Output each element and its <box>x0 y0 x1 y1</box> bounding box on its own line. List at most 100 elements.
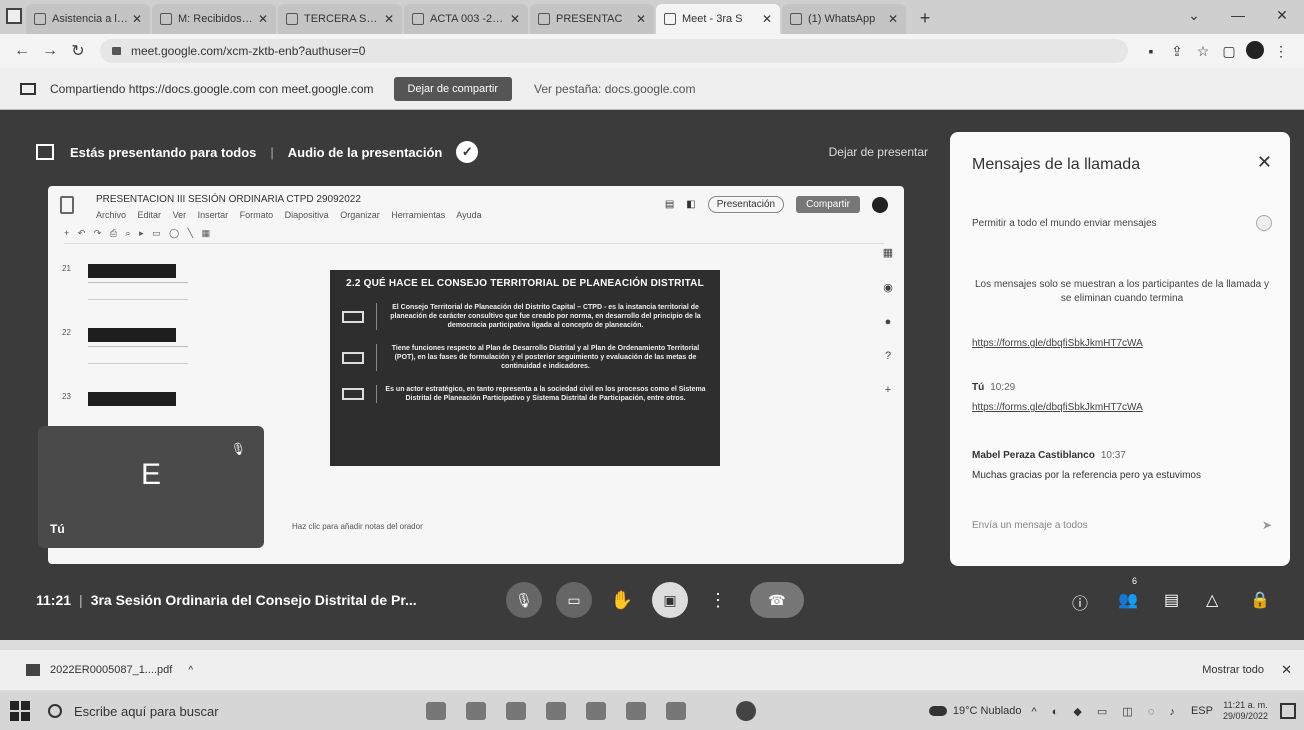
chat-message-link[interactable]: https://forms.gle/dbqfiSbkJkmHT7cWA <box>972 338 1143 349</box>
notifications-icon[interactable] <box>1280 703 1296 719</box>
forward-icon[interactable]: → <box>38 42 62 60</box>
browser-tab[interactable]: PRESENTAC ✕ <box>530 4 654 34</box>
browser-tab[interactable]: Asistencia a la s ✕ <box>26 4 150 34</box>
download-file-name[interactable]: 2022ER0005087_1....pdf <box>50 664 172 676</box>
sidebar-panel-icon[interactable]: ▢ <box>1216 43 1242 60</box>
allow-messages-toggle[interactable] <box>1256 215 1272 231</box>
add-addon-icon[interactable]: + <box>885 384 891 396</box>
menu-item[interactable]: Ver <box>173 210 187 220</box>
chat-message-input[interactable]: Envía un mensaje a todos ➤ <box>972 518 1272 532</box>
current-slide[interactable]: 2.2 QUÉ HACE EL CONSEJO TERRITORIAL DE P… <box>330 270 720 466</box>
close-tab-icon[interactable]: ✕ <box>384 12 394 26</box>
tab-list-icon[interactable]: ⌄ <box>1172 0 1216 30</box>
activities-icon[interactable]: △ <box>1206 590 1218 610</box>
chat-message-link[interactable]: https://forms.gle/dbqfiSbkJkmHT7cWA <box>972 402 1143 413</box>
slide-thumbnail[interactable]: 21 <box>62 264 206 326</box>
chevron-up-icon[interactable]: ^ <box>188 665 193 676</box>
tab-search-icon[interactable] <box>6 8 22 24</box>
contacts-icon[interactable]: ● <box>885 316 892 328</box>
new-tab-icon[interactable]: + <box>914 8 936 30</box>
browser-tab[interactable]: ACTA 003 -2022 ✕ <box>404 4 528 34</box>
meeting-details-icon[interactable]: ⓘ <box>1072 590 1088 614</box>
sharing-banner: Compartiendo https://docs.google.com con… <box>0 68 1304 110</box>
slides-share-button[interactable]: Compartir <box>796 196 860 213</box>
browser-tab-active[interactable]: Meet - 3ra S ✕ <box>656 4 780 34</box>
comments-icon[interactable]: ▤ <box>665 199 674 210</box>
raise-hand-button[interactable]: ✋ <box>604 582 640 618</box>
browser-tab[interactable]: M: Recibidos (22)✕ <box>152 4 276 34</box>
word-icon[interactable] <box>666 702 686 720</box>
tray-icons[interactable]: ^ ◐ ◆ ▭ ◫ ◌ ♪ <box>1032 705 1181 718</box>
teams-icon[interactable] <box>626 702 646 720</box>
self-view-tile[interactable]: 🎙 E Tú <box>38 426 264 548</box>
close-tab-icon[interactable]: ✕ <box>132 12 142 26</box>
calendar-icon[interactable]: ▦ <box>883 246 893 259</box>
taskbar-search-input[interactable]: Escribe aquí para buscar <box>48 696 368 726</box>
language-indicator[interactable]: ESP <box>1191 705 1213 717</box>
present-now-button[interactable]: ▣ <box>652 582 688 618</box>
close-tab-icon[interactable]: ✕ <box>636 12 646 26</box>
stop-sharing-button[interactable]: Dejar de compartir <box>393 76 512 101</box>
windows-start-icon[interactable] <box>10 701 30 721</box>
minimize-icon[interactable]: — <box>1216 0 1260 30</box>
meet-join-icon[interactable]: ◧ <box>686 199 695 210</box>
menu-item[interactable]: Diapositiva <box>285 210 329 220</box>
menu-item[interactable]: Herramientas <box>391 210 445 220</box>
speaker-notes-hint[interactable]: Haz clic para añadir notas del orador <box>292 522 423 531</box>
send-icon[interactable]: ➤ <box>1262 518 1272 532</box>
browser-tab[interactable]: (1) WhatsApp ✕ <box>782 4 906 34</box>
account-avatar[interactable] <box>872 196 888 213</box>
reload-icon[interactable]: ↻ <box>66 41 90 61</box>
mail-icon[interactable] <box>586 702 606 720</box>
weather-text[interactable]: 19°C Nublado <box>953 705 1022 717</box>
menu-item[interactable]: Formato <box>240 210 274 220</box>
close-icon[interactable]: ✕ <box>1281 662 1292 678</box>
close-icon[interactable]: ✕ <box>1257 152 1272 173</box>
lock-icon <box>112 47 121 55</box>
camera-toggle-button[interactable]: ▭ <box>556 582 592 618</box>
back-icon[interactable]: ← <box>10 42 34 60</box>
bookmark-star-icon[interactable]: ☆ <box>1190 43 1216 60</box>
url-text: meet.google.com/xcm-zktb-enb?authuser=0 <box>131 44 366 58</box>
camera-icon[interactable]: ▪ <box>1138 43 1164 59</box>
slide-heading: 2.2 QUÉ HACE EL CONSEJO TERRITORIAL DE P… <box>346 278 704 289</box>
menu-item[interactable]: Insertar <box>198 210 229 220</box>
view-tab-link[interactable]: Ver pestaña: docs.google.com <box>534 82 695 96</box>
taskbar-clock[interactable]: 11:21 a. m. 29/09/2022 <box>1223 700 1268 722</box>
slides-edit-toolbar[interactable]: + ↶ ↷ ⎙ ⌕ ▸ ▭ ◯ ╲ ▦ <box>64 228 884 244</box>
task-view-icon[interactable] <box>426 702 446 720</box>
profile-avatar[interactable] <box>1242 40 1268 62</box>
close-tab-icon[interactable]: ✕ <box>510 12 520 26</box>
edge-icon[interactable] <box>466 702 486 720</box>
url-input[interactable]: meet.google.com/xcm-zktb-enb?authuser=0 <box>100 39 1128 63</box>
store-icon[interactable] <box>546 702 566 720</box>
check-icon[interactable]: ✓ <box>456 141 479 163</box>
chrome-icon[interactable] <box>736 701 756 721</box>
slides-doc-title[interactable]: PRESENTACION III SESIÓN ORDINARIA CTPD 2… <box>96 194 361 205</box>
slideshow-button[interactable]: Presentación <box>707 196 785 213</box>
slide-thumbnail[interactable]: 22 <box>62 328 206 390</box>
host-controls-icon[interactable]: 🔒 <box>1250 590 1270 610</box>
stop-presenting-button[interactable]: Dejar de presentar <box>829 145 928 159</box>
menu-item[interactable]: Archivo <box>96 210 126 220</box>
close-window-icon[interactable]: ✕ <box>1260 0 1304 30</box>
menu-dots-icon[interactable]: ⋮ <box>1268 43 1294 60</box>
leave-call-button[interactable]: ☎ <box>750 582 804 618</box>
mic-toggle-button[interactable]: 🎙 <box>506 582 542 618</box>
menu-item[interactable]: Editar <box>138 210 162 220</box>
share-page-icon[interactable]: ⇪ <box>1164 43 1190 60</box>
people-icon[interactable]: 👥 <box>1118 590 1138 610</box>
more-options-button[interactable]: ⋮ <box>700 582 736 618</box>
browser-tab[interactable]: TERCERA SESIÓ✕ <box>278 4 402 34</box>
close-tab-icon[interactable]: ✕ <box>258 12 268 26</box>
file-explorer-icon[interactable] <box>506 702 526 720</box>
chat-icon[interactable]: ▤ <box>1164 590 1179 610</box>
close-tab-icon[interactable]: ✕ <box>888 12 898 26</box>
chat-info-text: Los mensajes solo se muestran a los part… <box>974 279 1270 304</box>
show-all-downloads-link[interactable]: Mostrar todo <box>1202 664 1264 676</box>
menu-item[interactable]: Organizar <box>340 210 380 220</box>
keep-icon[interactable]: ◉ <box>883 281 893 294</box>
menu-item[interactable]: Ayuda <box>456 210 481 220</box>
close-tab-icon[interactable]: ✕ <box>762 12 772 26</box>
maps-icon[interactable]: ? <box>885 350 891 362</box>
